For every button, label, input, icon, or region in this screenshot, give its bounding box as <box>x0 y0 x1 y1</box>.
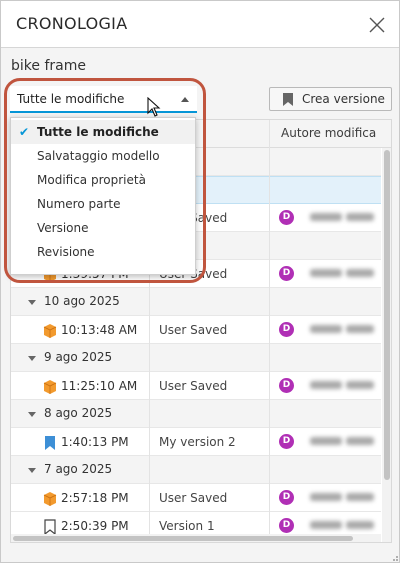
change-time: 2:50:39 PM <box>61 519 129 533</box>
collapse-triangle-icon[interactable] <box>28 468 36 473</box>
dropdown-option-label: Salvataggio modello <box>37 149 160 163</box>
author-avatar: D <box>279 266 294 281</box>
change-comment: User Saved <box>159 491 228 505</box>
blurred-author-name <box>346 437 374 445</box>
dropdown-option[interactable]: Versione <box>11 216 195 240</box>
author-avatar: D <box>279 322 294 337</box>
blurred-author-name <box>310 213 342 221</box>
blurred-author-name <box>346 325 374 333</box>
column-divider <box>269 120 270 542</box>
bookmark-outline-icon <box>43 519 57 536</box>
column-header-author: Autore modifica <box>281 126 377 140</box>
table-row[interactable]: 10:13:48 AM User Saved D <box>11 316 381 344</box>
filter-dropdown[interactable]: Tutte le modifiche <box>10 86 197 113</box>
bookmark-filled-icon <box>43 435 57 451</box>
change-comment: Version 1 <box>159 519 215 533</box>
blurred-author-name <box>310 493 342 501</box>
dropdown-option-label: Revisione <box>37 245 95 259</box>
create-version-button[interactable]: Crea versione <box>269 87 392 111</box>
change-comment: User Saved <box>159 379 228 393</box>
history-panel: CRONOLOGIA bike frame Tutte le modifiche… <box>0 0 400 563</box>
part-icon <box>43 491 57 507</box>
panel-title: CRONOLOGIA <box>16 14 128 33</box>
dropdown-option-label: Modifica proprietà <box>37 173 146 187</box>
blurred-author-name <box>346 269 374 277</box>
dropdown-option-label: Numero parte <box>37 197 121 211</box>
blurred-author-name <box>310 437 342 445</box>
blurred-author-name <box>346 521 374 529</box>
dropdown-option[interactable]: Numero parte <box>11 192 195 216</box>
change-time: 10:13:48 AM <box>61 323 138 337</box>
vertical-scroll-thumb[interactable] <box>384 150 390 480</box>
date-group-row[interactable]: 10 ago 2025 <box>11 288 381 316</box>
date-group-row[interactable]: 9 ago 2025 <box>11 344 381 372</box>
table-row[interactable]: 11:25:10 AM User Saved D <box>11 372 381 400</box>
change-time: 1:40:13 PM <box>61 435 129 449</box>
filter-dropdown-menu: ✔ Tutte le modifiche Salvataggio modello Mo… <box>10 117 196 275</box>
blurred-author-name <box>346 381 374 389</box>
group-date: 10 ago 2025 <box>44 294 120 308</box>
part-icon <box>43 323 57 339</box>
dropdown-option-label: Versione <box>37 221 89 235</box>
change-comment: User Saved <box>159 323 228 337</box>
blurred-author-name <box>310 521 342 529</box>
author-avatar: D <box>279 210 294 225</box>
author-avatar: D <box>279 434 294 449</box>
part-icon <box>43 379 57 395</box>
change-comment: My version 2 <box>159 435 236 449</box>
dropdown-option[interactable]: ✔ Tutte le modifiche <box>11 120 195 144</box>
filter-value: Tutte le modifiche <box>17 92 125 106</box>
dropdown-option[interactable]: Revisione <box>11 240 195 264</box>
group-date: 7 ago 2025 <box>44 462 113 476</box>
horizontal-scroll-thumb[interactable] <box>13 536 353 541</box>
dropdown-option[interactable]: Salvataggio modello <box>11 144 195 168</box>
collapse-triangle-icon[interactable] <box>28 356 36 361</box>
blurred-author-name <box>310 325 342 333</box>
table-row[interactable]: 1:40:13 PM My version 2 D <box>11 428 381 456</box>
blurred-author-name <box>346 213 374 221</box>
group-date: 9 ago 2025 <box>44 350 113 364</box>
author-avatar: D <box>279 490 294 505</box>
change-time: 11:25:10 AM <box>61 379 138 393</box>
caret-up-icon <box>181 97 189 102</box>
close-icon[interactable] <box>367 15 387 35</box>
create-version-label: Crea versione <box>302 92 385 106</box>
collapse-triangle-icon[interactable] <box>28 412 36 417</box>
dropdown-option-label: Tutte le modifiche <box>37 125 159 139</box>
check-icon: ✔ <box>19 125 30 139</box>
model-name: bike frame <box>11 58 86 74</box>
dropdown-option[interactable]: Modifica proprietà <box>11 168 195 192</box>
blurred-author-name <box>310 381 342 389</box>
author-avatar: D <box>279 518 294 533</box>
blurred-author-name <box>310 269 342 277</box>
collapse-triangle-icon[interactable] <box>28 300 36 305</box>
group-date: 8 ago 2025 <box>44 406 113 420</box>
date-group-row[interactable]: 7 ago 2025 <box>11 456 381 484</box>
change-time: 2:57:18 PM <box>61 491 129 505</box>
bookmark-icon <box>282 92 294 110</box>
table-row[interactable]: 2:57:18 PM User Saved D <box>11 484 381 512</box>
resize-grip-icon[interactable] <box>389 551 399 561</box>
date-group-row[interactable]: 8 ago 2025 <box>11 400 381 428</box>
panel-header: CRONOLOGIA <box>1 1 399 48</box>
blurred-author-name <box>346 493 374 501</box>
author-avatar: D <box>279 378 294 393</box>
